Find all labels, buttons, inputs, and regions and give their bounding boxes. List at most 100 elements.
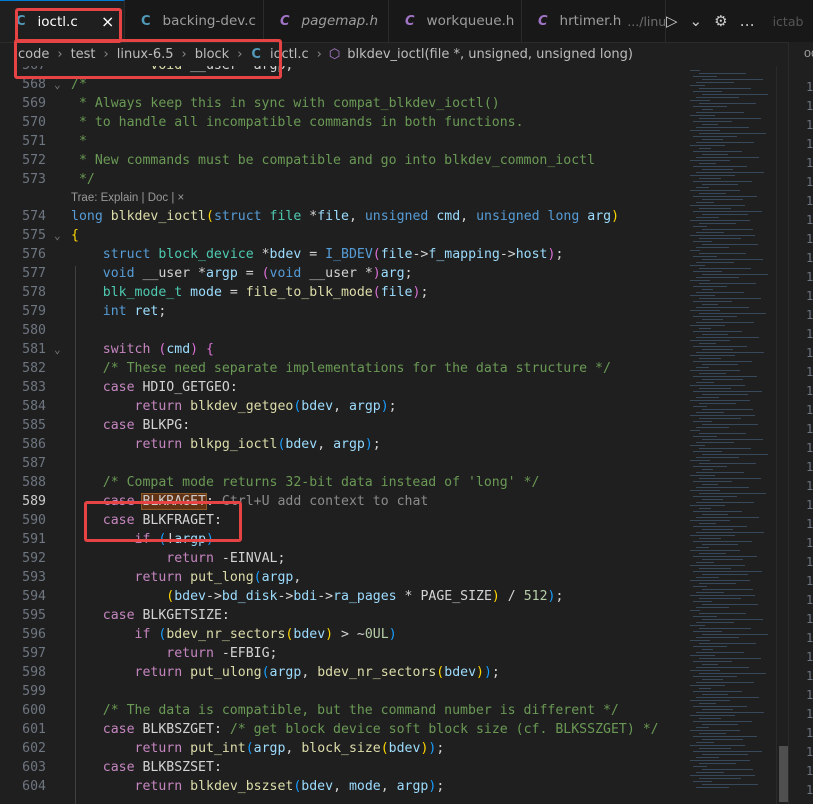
code-line[interactable]: 593 return put_long(argp, (0, 568, 686, 587)
code-token: host (515, 247, 548, 262)
minimap-line (699, 418, 741, 420)
minimap-line (690, 385, 745, 387)
fold-chevron-icon[interactable]: ⌄ (54, 340, 61, 359)
minimap-line (699, 628, 751, 630)
code-token: : (213, 760, 222, 775)
minimap-line (690, 685, 725, 687)
tab-workqueue-h[interactable]: C workqueue.h (389, 0, 522, 42)
code-line[interactable]: 595 case BLKGETSIZE: (0, 606, 686, 625)
scrollbar-thumb[interactable] (779, 746, 788, 802)
line-number: 573 (22, 172, 46, 187)
highlight-box-code (84, 501, 242, 542)
tab-hrtimer-h[interactable]: C hrtimer.h .../linux-6 (522, 0, 666, 42)
minimap-line (699, 658, 761, 660)
h-file-icon: C (280, 13, 290, 29)
minimap-line (693, 181, 752, 183)
code-line[interactable]: 596 if (bdev_nr_sectors(bdev) > ~0UL) (0, 625, 686, 644)
code-line[interactable]: 583 case HDIO_GETGEO: (0, 378, 686, 397)
minimap-line (699, 133, 766, 135)
code-line[interactable]: 573 */ (0, 170, 686, 189)
code-line[interactable]: 597 return -EFBIG; (0, 644, 686, 663)
code-line[interactable]: 588 /* Compat mode returns 32-bit data i… (0, 473, 686, 492)
code-line[interactable]: 587 (0, 454, 686, 473)
code-line[interactable]: 594 (bdev->bd_disk->bdi->ra_pages * PAGE… (0, 587, 686, 606)
minimap-line (696, 472, 744, 474)
minimap-line (699, 223, 736, 225)
codelens-actions[interactable]: Trae: Explain | Doc | × (71, 190, 184, 206)
code-text: */ (71, 170, 95, 189)
minimap-line (690, 640, 710, 642)
code-token: * Always keep this in sync with compat_b… (71, 96, 500, 111)
code-line[interactable]: 575 ⌄ { (0, 226, 686, 245)
code-line[interactable]: 578 blk_mode_t mode = file_to_blk_mode(f… (0, 283, 686, 302)
line-number: 604 (22, 779, 46, 794)
code-line[interactable]: 604 return blkdev_bszset(bdev, mode, arg… (0, 777, 686, 796)
minimap-line (690, 715, 735, 717)
code-line[interactable]: 602 return put_int(argp, block_size(bdev… (0, 739, 686, 758)
code-line[interactable]: 592 return -EINVAL; (0, 549, 686, 568)
code-text: (bdev->bd_disk->bdi->ra_pages * PAGE_SIZ… (71, 587, 563, 606)
minimap-line (702, 769, 753, 771)
code-line[interactable]: 570 * to handle all incompatible command… (0, 113, 686, 132)
minimap-line (696, 382, 714, 384)
minimap-line (693, 721, 752, 723)
code-line[interactable]: 600 /* The data is compatible, but the c… (0, 701, 686, 720)
code-line[interactable]: 569 * Always keep this in sync with comp… (0, 94, 686, 113)
line-number: 592 (22, 551, 46, 566)
breadcrumb-item-symbol[interactable]: blkdev_ioctl(file *, unsigned, unsigned … (347, 47, 633, 62)
minimap-line (699, 298, 761, 300)
minimap[interactable] (686, 66, 786, 804)
tab-backing-dev-c[interactable]: C backing-dev.c (125, 0, 264, 42)
code-token: ; (388, 399, 397, 414)
code-line[interactable]: 580 (0, 321, 686, 340)
minimap-line (690, 445, 705, 447)
code-token: ) (380, 399, 389, 414)
code-line[interactable]: 574 long blkdev_ioctl(struct file *file, … (0, 207, 686, 226)
minimap-line (693, 361, 752, 363)
line-number: 600 (22, 703, 46, 718)
minimap-line (696, 712, 764, 714)
more-actions-icon[interactable]: … (740, 12, 755, 30)
code-line[interactable]: 579 int ret; (0, 302, 686, 321)
secondary-line-number: 1 (806, 156, 813, 170)
run-icon[interactable]: ▷ (666, 12, 678, 30)
minimap-line (690, 250, 700, 252)
code-token: cmd (436, 209, 461, 224)
code-line[interactable]: 584 return blkdev_getgeo(bdev, argp); (0, 397, 686, 416)
code-line[interactable]: 601 case BLKBSZGET: /* get block device … (0, 720, 686, 739)
code-line[interactable]: 581 ⌄ switch (cmd) { (0, 340, 686, 359)
minimap-line (702, 739, 743, 741)
code-token: > ~ (333, 627, 365, 642)
line-number: 596 (22, 627, 46, 642)
code-editor[interactable]: 567 void __user *argp;568⌄/*569 * Always… (0, 66, 686, 804)
code-line[interactable]: 571 * (0, 132, 686, 151)
minimap-line (696, 727, 709, 729)
line-number: 590 (22, 513, 46, 528)
code-token: : (221, 608, 230, 623)
tab-pagemap-h[interactable]: C pagemap.h (264, 0, 389, 42)
minimap-line (693, 571, 762, 573)
code-line[interactable]: 599 (0, 682, 686, 701)
secondary-editor-pane[interactable]: oc 1 1 1 1 1 1 1 1 1 1 1 1 1 1 1 1 1 1 1 1 1 1 1 1 1 1 1 1 1 1 1 1 1 1 1 1 1… (788, 42, 813, 804)
chevron-down-icon[interactable]: ⌄ (690, 12, 703, 30)
code-line[interactable]: 603 case BLKBSZSET: (0, 758, 686, 777)
code-line[interactable]: 572 * New commands must be compatible an… (0, 151, 686, 170)
minimap-line (702, 604, 758, 606)
minimap-line (696, 652, 744, 654)
secondary-tab-label[interactable]: ictab (773, 14, 804, 29)
code-line[interactable]: 576 struct block_device *bdev = I_BDEV(f… (0, 245, 686, 264)
code-line[interactable]: 582 /* These need separate implementatio… (0, 359, 686, 378)
secondary-line-number: 1 (806, 289, 813, 303)
gear-icon[interactable]: ⚙ (714, 12, 727, 30)
minimap-line (690, 535, 735, 537)
fold-chevron-icon[interactable]: ⌄ (54, 226, 61, 245)
code-token: struct (213, 209, 262, 224)
code-line[interactable]: 577 void __user *argp = (void __user *)a… (0, 264, 686, 283)
code-line[interactable]: 585 case BLKPG: (0, 416, 686, 435)
secondary-line-number: 1 (806, 764, 813, 778)
secondary-line-number: 1 (806, 346, 813, 360)
code-line[interactable]: 586 return blkpg_ioctl(bdev, argp); (0, 435, 686, 454)
code-line[interactable]: 598 return put_ulong(argp, bdev_nr_secto… (0, 663, 686, 682)
